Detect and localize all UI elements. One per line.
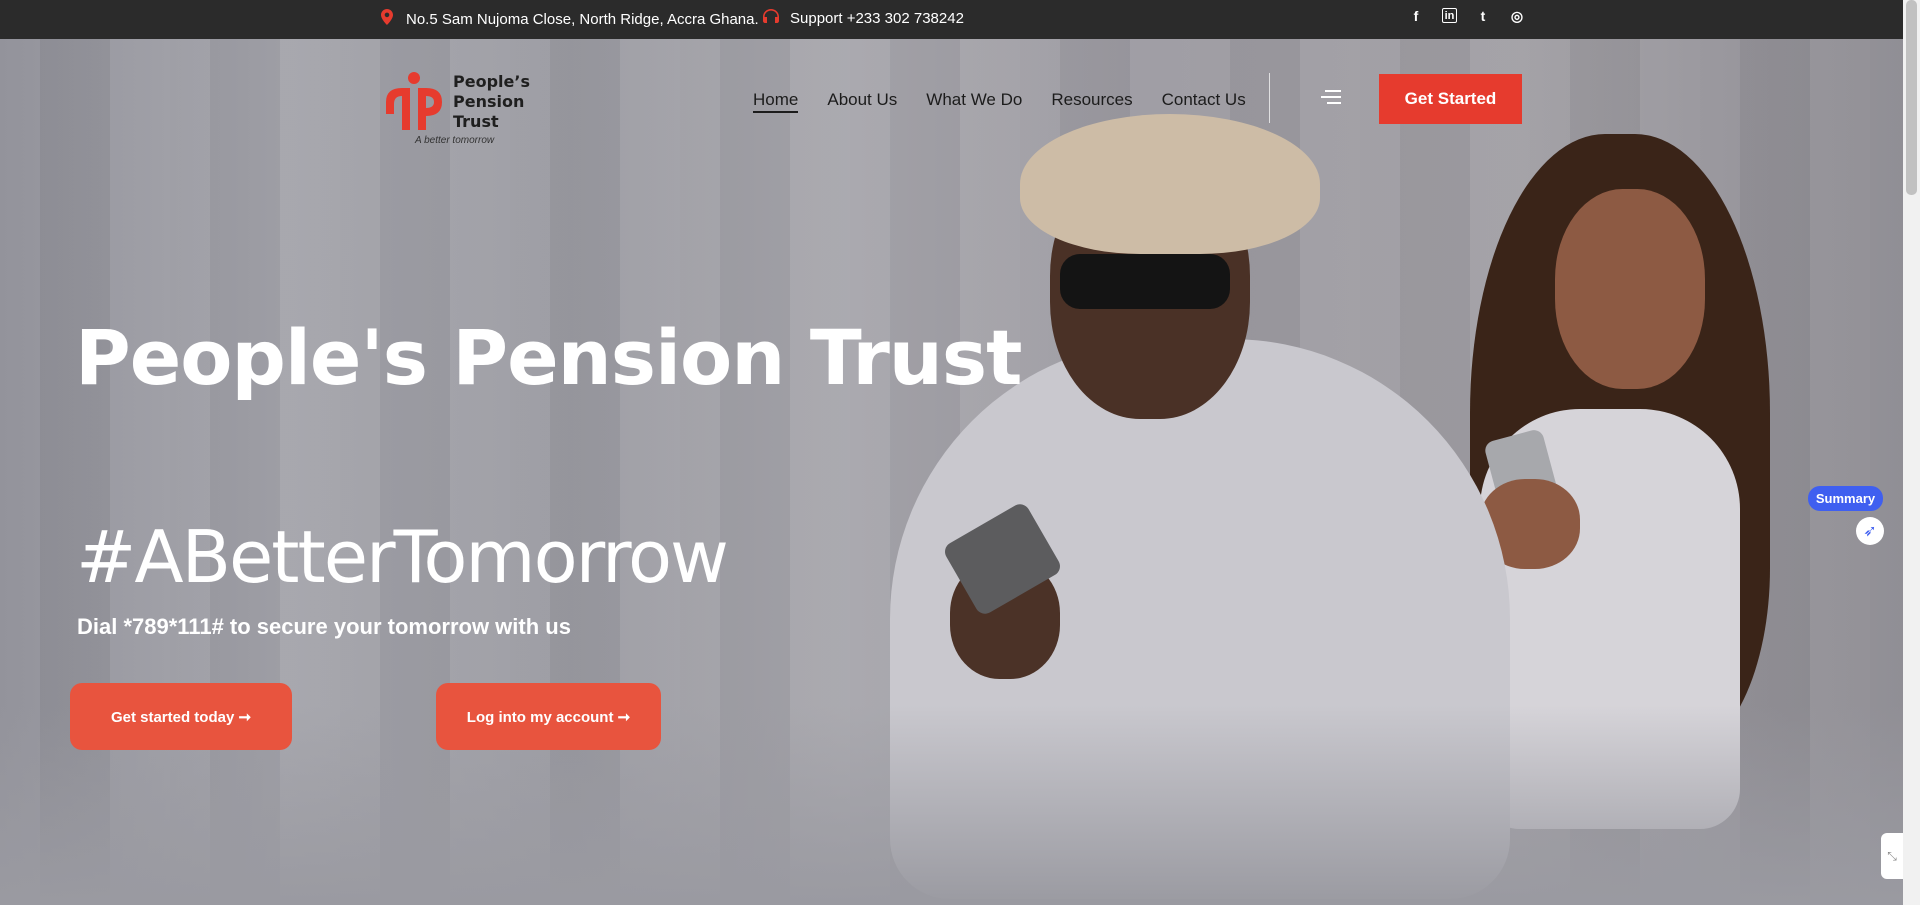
logo-line-1: People’s xyxy=(453,72,530,91)
hero-subtitle: Dial *789*111# to secure your tomorrow w… xyxy=(77,614,571,639)
nav-about-us[interactable]: About Us xyxy=(827,90,897,113)
page-scrollbar[interactable] xyxy=(1903,0,1920,905)
menu-icon[interactable] xyxy=(1321,90,1341,108)
main-nav: Home About Us What We Do Resources Conta… xyxy=(753,90,1275,113)
logo-tagline: A better tomorrow xyxy=(415,135,495,146)
get-started-today-button[interactable]: Get started today ➞ xyxy=(70,683,292,750)
address-text: No.5 Sam Nujoma Close, North Ridge, Accr… xyxy=(406,10,759,28)
logo-line-2: Pension xyxy=(453,92,525,111)
side-panel-tab[interactable]: ⤡ xyxy=(1881,833,1903,879)
linkedin-icon[interactable]: in xyxy=(1442,8,1457,23)
nav-resources[interactable]: Resources xyxy=(1051,90,1132,113)
summary-button[interactable]: Summary xyxy=(1808,486,1883,511)
map-pin-icon xyxy=(381,9,393,29)
social-links: f in t ◎ xyxy=(1408,8,1525,25)
expand-icon: ⤡ xyxy=(1887,848,1897,863)
site-logo[interactable]: People’s Pension Trust A better tomorrow xyxy=(384,72,530,148)
hero-hashtag: #ABetterTomorrow xyxy=(76,515,729,599)
logo-line-3: Trust xyxy=(453,112,499,131)
address: No.5 Sam Nujoma Close, North Ridge, Accr… xyxy=(381,9,759,29)
hero-photo-man-hat xyxy=(1020,114,1320,254)
top-info-bar: No.5 Sam Nujoma Close, North Ridge, Accr… xyxy=(0,0,1903,39)
hero-title: People's Pension Trust xyxy=(75,313,1022,402)
get-started-button[interactable]: Get Started xyxy=(1379,74,1522,124)
nav-home[interactable]: Home xyxy=(753,90,799,113)
twitter-icon[interactable]: t xyxy=(1475,8,1491,24)
hero-section xyxy=(0,39,1903,905)
log-in-button[interactable]: Log into my account ➞ xyxy=(436,683,661,750)
support-text: Support +233 302 738242 xyxy=(790,9,964,27)
logo-mark-icon xyxy=(386,72,442,130)
hero-photo-woman-face xyxy=(1555,189,1705,389)
headset-icon xyxy=(763,9,779,27)
hero-photo-man-glasses xyxy=(1060,254,1230,309)
logo-text: People’s Pension Trust xyxy=(453,72,530,132)
rocket-icon[interactable]: ➶ xyxy=(1856,517,1884,545)
instagram-icon[interactable]: ◎ xyxy=(1509,8,1525,24)
nav-what-we-do[interactable]: What We Do xyxy=(926,90,1022,113)
facebook-icon[interactable]: f xyxy=(1408,8,1424,24)
scrollbar-thumb[interactable] xyxy=(1906,0,1917,195)
nav-contact-us[interactable]: Contact Us xyxy=(1162,90,1246,113)
support-phone[interactable]: Support +233 302 738242 xyxy=(763,9,964,27)
nav-divider xyxy=(1269,73,1270,123)
